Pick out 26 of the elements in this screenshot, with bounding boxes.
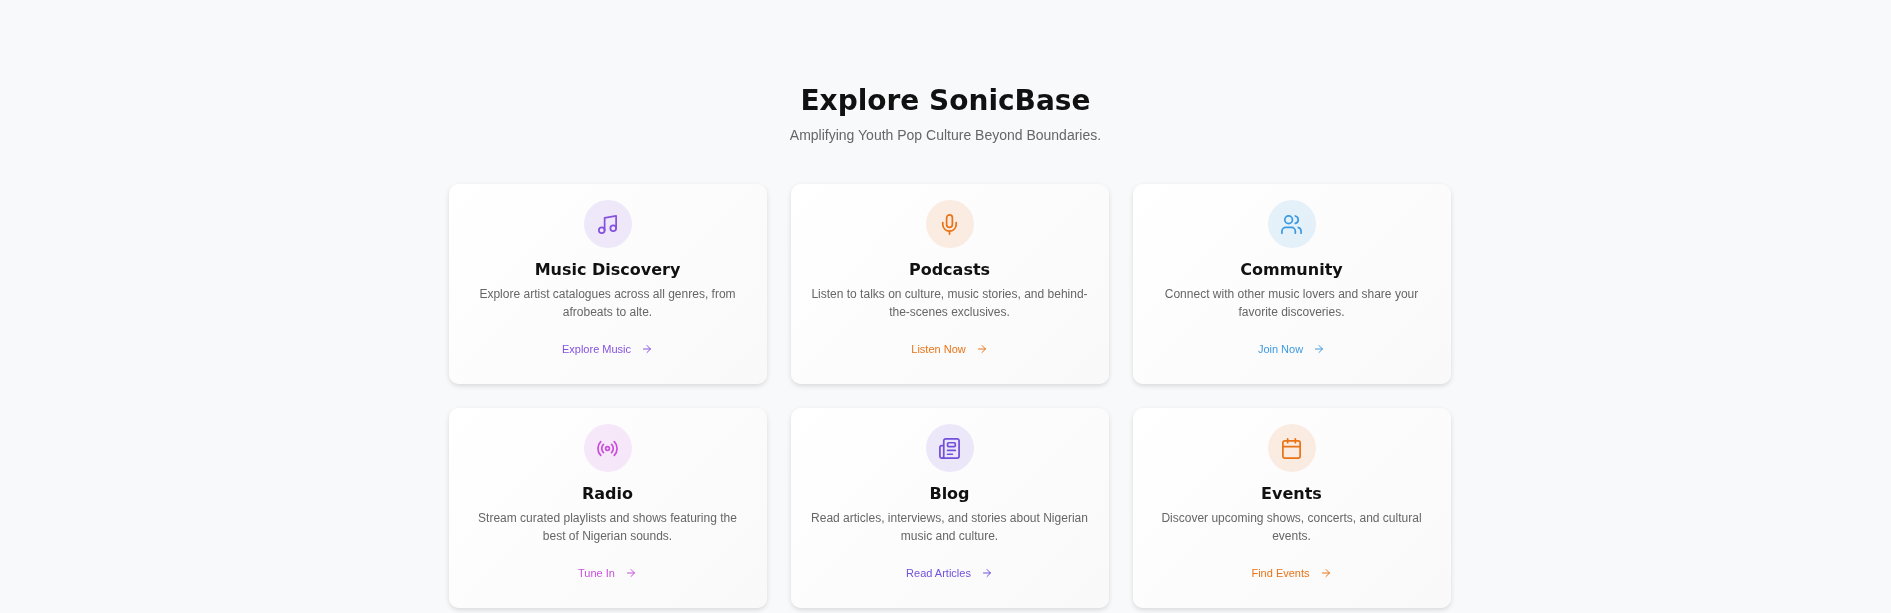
card-link[interactable]: Explore Music: [561, 343, 654, 355]
card-link[interactable]: Find Events: [1251, 567, 1332, 579]
arrow-right-icon: [641, 343, 654, 355]
arrow-right-icon: [975, 343, 988, 355]
card-description: Read articles, interviews, and stories about Nigerian music and culture.: [810, 510, 1089, 545]
arrow-right-icon: [624, 567, 637, 579]
page-title: Explore SonicBase: [800, 84, 1091, 118]
card-description: Connect with other music lovers and share your favorite discoveries.: [1163, 286, 1420, 321]
card-title: Music Discovery: [534, 260, 681, 280]
card-description: Listen to talks on culture, music stories, and behind-the-scenes exclusives.: [810, 286, 1089, 321]
card-title: Radio: [581, 484, 633, 504]
card-description: Explore artist catalogues across all genres, from afrobeats to alte.: [478, 286, 737, 321]
card-link[interactable]: Join Now: [1257, 343, 1326, 355]
arrow-right-icon: [1313, 343, 1326, 355]
card-title: Podcasts: [908, 260, 991, 280]
card-link[interactable]: Read Articles: [906, 567, 993, 579]
card-title: Blog: [929, 484, 970, 504]
card-description: Discover upcoming shows, concerts, and cultural events.: [1160, 510, 1423, 545]
arrow-right-icon: [1319, 567, 1332, 579]
card-description: Stream curated playlists and shows featuring the best of Nigerian sounds.: [477, 510, 738, 545]
card-title: Events: [1261, 484, 1322, 504]
card-title: Community: [1240, 260, 1343, 280]
arrow-right-icon: [980, 567, 993, 579]
page-subtitle: Amplifying Youth Pop Culture Beyond Boundaries.: [789, 126, 1102, 144]
card-link[interactable]: Tune In: [578, 567, 637, 579]
card-link[interactable]: Listen Now: [911, 343, 988, 355]
